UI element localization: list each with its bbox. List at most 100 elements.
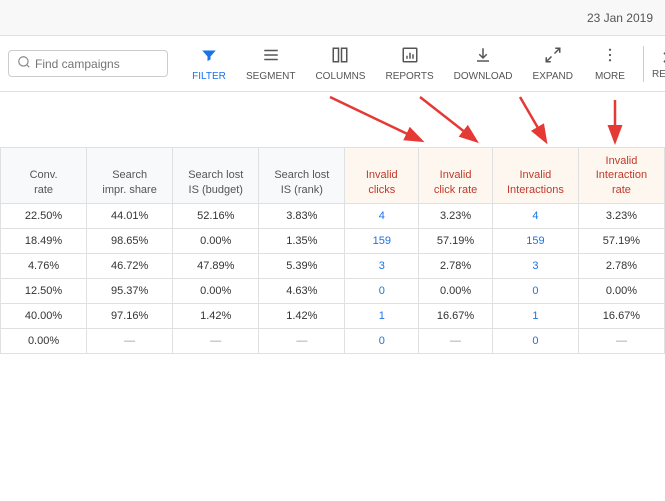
reports-icon <box>400 46 420 69</box>
cell-invalid_clicks: 3 <box>345 253 419 278</box>
cell-search_lost_budget: 47.89% <box>173 253 259 278</box>
arrows-container <box>0 92 665 147</box>
cell-search_lost_budget: 1.42% <box>173 303 259 328</box>
cell-invalid_click_rate: 16.67% <box>419 303 493 328</box>
col-invalid-interaction-rate: InvalidInteractionrate <box>578 148 664 204</box>
cell-search_impr: 97.16% <box>87 303 173 328</box>
cell-invalid_interactions: 0 <box>492 328 578 353</box>
cell-search_lost_budget: 0.00% <box>173 278 259 303</box>
cell-invalid_click_rate: 3.23% <box>419 203 493 228</box>
cell-invalid_clicks: 1 <box>345 303 419 328</box>
search-box[interactable] <box>8 50 168 77</box>
cell-search_lost_rank: 1.35% <box>259 228 345 253</box>
cell-invalid_click_rate: 2.78% <box>419 253 493 278</box>
table-header-row: Conv.rate Searchimpr. share Search lostI… <box>1 148 665 204</box>
toolbar-divider <box>643 46 644 82</box>
table-row: 0.00%———0—0— <box>1 328 665 353</box>
cell-search_lost_budget: 0.00% <box>173 228 259 253</box>
table-body: 22.50%44.01%52.16%3.83%43.23%43.23%18.49… <box>1 203 665 353</box>
table-wrapper: Conv.rate Searchimpr. share Search lostI… <box>0 147 665 354</box>
search-icon <box>17 55 31 72</box>
cell-invalid_interaction_rate: 57.19% <box>578 228 664 253</box>
cell-invalid_click_rate: — <box>419 328 493 353</box>
toolbar-actions: FILTER SEGMENT COLUMNS <box>184 42 665 86</box>
main-table: Conv.rate Searchimpr. share Search lostI… <box>0 147 665 354</box>
reports-label: REPORTS <box>385 71 433 82</box>
cell-invalid_interactions: 159 <box>492 228 578 253</box>
cell-conv_rate: 4.76% <box>1 253 87 278</box>
segment-button[interactable]: SEGMENT <box>238 42 303 86</box>
cell-search_impr: 44.01% <box>87 203 173 228</box>
col-search-lost-rank: Search lostIS (rank) <box>259 148 345 204</box>
filter-icon <box>199 46 219 69</box>
cell-search_impr: — <box>87 328 173 353</box>
cell-invalid_click_rate: 57.19% <box>419 228 493 253</box>
cell-search_lost_budget: — <box>173 328 259 353</box>
cell-search_impr: 98.65% <box>87 228 173 253</box>
col-search-impr: Searchimpr. share <box>87 148 173 204</box>
expand-label: EXPAND <box>533 71 573 82</box>
more-icon <box>600 46 620 69</box>
cell-invalid_interaction_rate: 16.67% <box>578 303 664 328</box>
cell-invalid_clicks: 0 <box>345 328 419 353</box>
table-row: 18.49%98.65%0.00%1.35%15957.19%15957.19% <box>1 228 665 253</box>
table-row: 22.50%44.01%52.16%3.83%43.23%43.23% <box>1 203 665 228</box>
close-icon: ✕ <box>661 48 665 69</box>
cell-invalid_interactions: 3 <box>492 253 578 278</box>
cell-search_lost_rank: — <box>259 328 345 353</box>
more-button[interactable]: MORE <box>585 42 635 86</box>
cell-search_lost_rank: 5.39% <box>259 253 345 278</box>
cell-search_lost_rank: 1.42% <box>259 303 345 328</box>
cell-invalid_clicks: 4 <box>345 203 419 228</box>
cell-conv_rate: 18.49% <box>1 228 87 253</box>
col-invalid-clicks: Invalidclicks <box>345 148 419 204</box>
cell-conv_rate: 40.00% <box>1 303 87 328</box>
cell-invalid_interaction_rate: — <box>578 328 664 353</box>
filter-label: FILTER <box>192 71 226 82</box>
reset-label: RESET <box>652 69 665 80</box>
col-invalid-click-rate: Invalidclick rate <box>419 148 493 204</box>
cell-conv_rate: 0.00% <box>1 328 87 353</box>
cell-invalid_clicks: 159 <box>345 228 419 253</box>
arrows-svg <box>0 92 665 147</box>
cell-invalid_interactions: 1 <box>492 303 578 328</box>
date-label: 23 Jan 2019 <box>587 11 653 25</box>
columns-icon <box>330 46 350 69</box>
table-row: 4.76%46.72%47.89%5.39%32.78%32.78% <box>1 253 665 278</box>
col-conv-rate: Conv.rate <box>1 148 87 204</box>
cell-search_impr: 46.72% <box>87 253 173 278</box>
cell-search_lost_budget: 52.16% <box>173 203 259 228</box>
download-label: DOWNLOAD <box>454 71 513 82</box>
search-input[interactable] <box>35 57 165 71</box>
cell-conv_rate: 12.50% <box>1 278 87 303</box>
cell-search_lost_rank: 4.63% <box>259 278 345 303</box>
segment-icon <box>261 46 281 69</box>
cell-invalid_clicks: 0 <box>345 278 419 303</box>
cell-invalid_interaction_rate: 2.78% <box>578 253 664 278</box>
cell-invalid_interaction_rate: 0.00% <box>578 278 664 303</box>
columns-label: COLUMNS <box>315 71 365 82</box>
toolbar: FILTER SEGMENT COLUMNS <box>0 36 665 92</box>
top-bar: 23 Jan 2019 <box>0 0 665 36</box>
cell-invalid_interaction_rate: 3.23% <box>578 203 664 228</box>
filter-button[interactable]: FILTER <box>184 42 234 86</box>
download-button[interactable]: DOWNLOAD <box>446 42 521 86</box>
reset-button[interactable]: ✕ RESET <box>652 48 665 80</box>
more-label: MORE <box>595 71 625 82</box>
cell-conv_rate: 22.50% <box>1 203 87 228</box>
col-invalid-interactions: InvalidInteractions <box>492 148 578 204</box>
columns-button[interactable]: COLUMNS <box>307 42 373 86</box>
table-row: 40.00%97.16%1.42%1.42%116.67%116.67% <box>1 303 665 328</box>
cell-search_lost_rank: 3.83% <box>259 203 345 228</box>
table-row: 12.50%95.37%0.00%4.63%00.00%00.00% <box>1 278 665 303</box>
expand-icon <box>543 46 563 69</box>
cell-invalid_interactions: 4 <box>492 203 578 228</box>
cell-invalid_click_rate: 0.00% <box>419 278 493 303</box>
cell-search_impr: 95.37% <box>87 278 173 303</box>
cell-invalid_interactions: 0 <box>492 278 578 303</box>
reports-button[interactable]: REPORTS <box>377 42 441 86</box>
segment-label: SEGMENT <box>246 71 295 82</box>
download-icon <box>473 46 493 69</box>
col-search-lost-budget: Search lostIS (budget) <box>173 148 259 204</box>
expand-button[interactable]: EXPAND <box>525 42 581 86</box>
